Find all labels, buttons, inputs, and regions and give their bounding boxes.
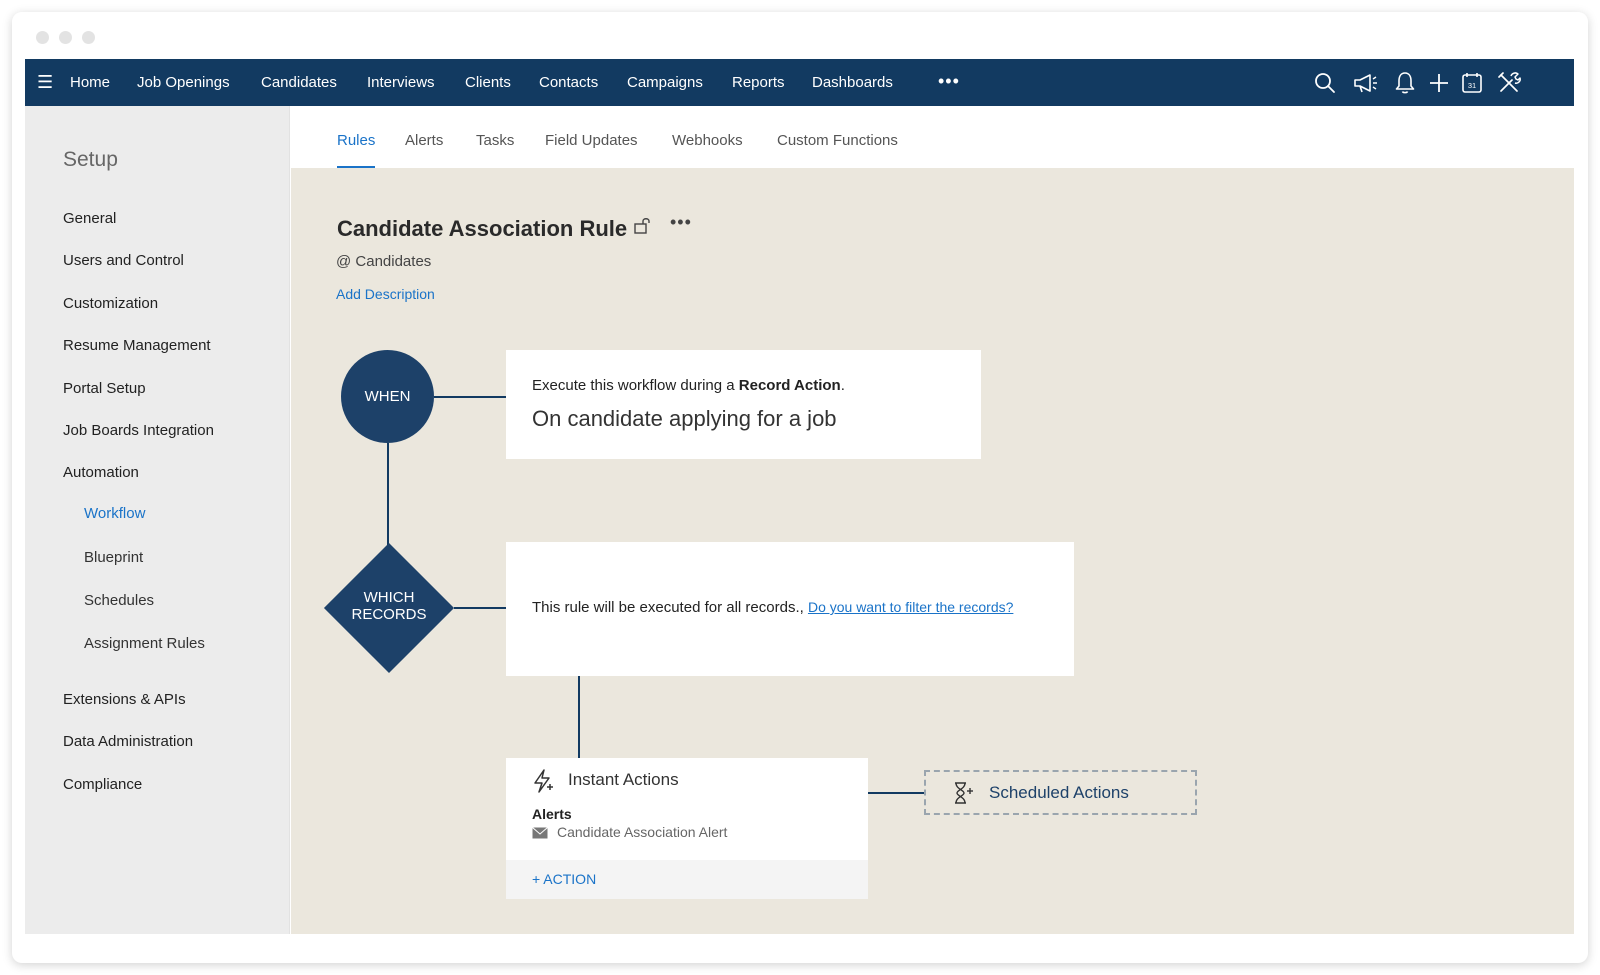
sidebar-item-portal-setup[interactable]: Portal Setup (63, 380, 146, 397)
sidebar-item-job-boards-integration[interactable]: Job Boards Integration (63, 422, 214, 439)
scheduled-actions-box[interactable]: Scheduled Actions (924, 770, 1197, 815)
nav-candidates[interactable]: Candidates (261, 59, 337, 106)
scheduled-actions-label: Scheduled Actions (989, 783, 1129, 802)
bell-icon[interactable] (1392, 70, 1418, 96)
lightning-icon (534, 769, 553, 793)
which-to-instant-connector (578, 676, 580, 758)
sidebar-subitem-schedules[interactable]: Schedules (84, 592, 154, 609)
rule-module: @ Candidates (336, 253, 432, 270)
tab-alerts[interactable]: Alerts (405, 132, 443, 149)
sidebar-item-extensions-apis[interactable]: Extensions & APIs (63, 691, 186, 708)
tab-custom-functions[interactable]: Custom Functions (777, 132, 898, 149)
instant-actions-card: Instant Actions Alerts Candidate Associa… (506, 758, 868, 899)
instant-actions-title: Instant Actions (568, 770, 679, 789)
sidebar-subitem-blueprint[interactable]: Blueprint (84, 549, 143, 566)
when-trigger-description: Execute this workflow during a Record Ac… (532, 377, 845, 394)
plus-icon[interactable] (1426, 70, 1452, 96)
nav-clients[interactable]: Clients (465, 59, 511, 106)
rule-more-options-icon[interactable]: ••• (670, 212, 692, 233)
sidebar-subitem-assignment-rules[interactable]: Assignment Rules (84, 635, 205, 652)
alerts-label: Alerts (532, 806, 572, 822)
which-records-card: This rule will be executed for all recor… (506, 542, 1074, 676)
megaphone-icon[interactable] (1352, 70, 1378, 96)
nav-dashboards[interactable]: Dashboards (812, 59, 893, 106)
setup-sidebar: Setup General Users and Control Customiz… (25, 106, 290, 934)
add-action-button[interactable]: + ACTION (532, 871, 596, 887)
add-description-link[interactable]: Add Description (336, 286, 435, 302)
tab-rules[interactable]: Rules (337, 132, 375, 149)
sidebar-item-data-administration[interactable]: Data Administration (63, 733, 193, 750)
hamburger-menu-icon[interactable]: ☰ (37, 73, 53, 91)
which-label-line2: RECORDS (351, 606, 427, 623)
instant-to-scheduled-connector (868, 792, 924, 794)
calendar-day-label: 31 (1468, 81, 1476, 90)
sidebar-subitem-workflow[interactable]: Workflow (84, 505, 145, 522)
which-label-line1: WHICH (363, 589, 415, 606)
window-close-dot[interactable] (36, 31, 49, 44)
nav-contacts[interactable]: Contacts (539, 59, 598, 106)
search-icon[interactable] (1312, 70, 1338, 96)
calendar-icon[interactable]: 31 (1459, 70, 1485, 96)
when-node: WHEN (341, 350, 434, 443)
hourglass-icon (955, 782, 973, 804)
which-records-description: This rule will be executed for all recor… (532, 599, 1013, 616)
when-line1-prefix: Execute this workflow during a (532, 377, 739, 394)
when-card[interactable]: Execute this workflow during a Record Ac… (506, 350, 981, 459)
tab-tasks[interactable]: Tasks (476, 132, 514, 149)
tools-icon[interactable] (1496, 70, 1522, 96)
action-footer: + ACTION (506, 860, 868, 899)
sidebar-item-compliance[interactable]: Compliance (63, 776, 142, 793)
tab-webhooks[interactable]: Webhooks (672, 132, 743, 149)
when-line1-bold: Record Action (738, 377, 841, 394)
when-line1-suffix: . (840, 377, 845, 394)
when-connector (434, 396, 506, 398)
tab-field-updates[interactable]: Field Updates (545, 132, 638, 149)
sidebar-item-general[interactable]: General (63, 210, 116, 227)
active-tab-indicator (337, 166, 375, 168)
unlock-icon[interactable] (633, 216, 653, 236)
sidebar-item-customization[interactable]: Customization (63, 295, 158, 312)
window-zoom-dot[interactable] (82, 31, 95, 44)
filter-records-link[interactable]: Do you want to filter the records? (808, 599, 1013, 615)
mail-icon (532, 827, 548, 839)
window-titlebar (12, 12, 1588, 59)
nav-reports[interactable]: Reports (732, 59, 785, 106)
workflow-tabs: Rules Alerts Tasks Field Updates Webhook… (291, 106, 1574, 168)
workflow-canvas: Rules Alerts Tasks Field Updates Webhook… (291, 106, 1574, 934)
sidebar-item-automation[interactable]: Automation (63, 464, 139, 481)
nav-interviews[interactable]: Interviews (367, 59, 435, 106)
nav-home[interactable]: Home (70, 59, 110, 106)
window-minimize-dot[interactable] (59, 31, 72, 44)
setup-title: Setup (63, 148, 118, 171)
nav-job-openings[interactable]: Job Openings (137, 59, 230, 106)
which-connector (454, 607, 506, 609)
sidebar-item-users-and-control[interactable]: Users and Control (63, 252, 184, 269)
app-window: ☰ Home Job Openings Candidates Interview… (12, 12, 1588, 963)
rule-title: Candidate Association Rule (337, 216, 628, 241)
which-records-label: WHICH RECORDS (334, 589, 444, 623)
nav-more-icon[interactable]: ••• (938, 59, 960, 106)
nav-campaigns[interactable]: Campaigns (627, 59, 703, 106)
when-to-which-connector (387, 443, 389, 553)
top-navbar: ☰ Home Job Openings Candidates Interview… (25, 59, 1574, 106)
which-records-text: This rule will be executed for all recor… (532, 599, 808, 616)
sidebar-item-resume-management[interactable]: Resume Management (63, 337, 211, 354)
when-trigger-value: On candidate applying for a job (532, 406, 837, 431)
alert-item[interactable]: Candidate Association Alert (557, 824, 727, 840)
